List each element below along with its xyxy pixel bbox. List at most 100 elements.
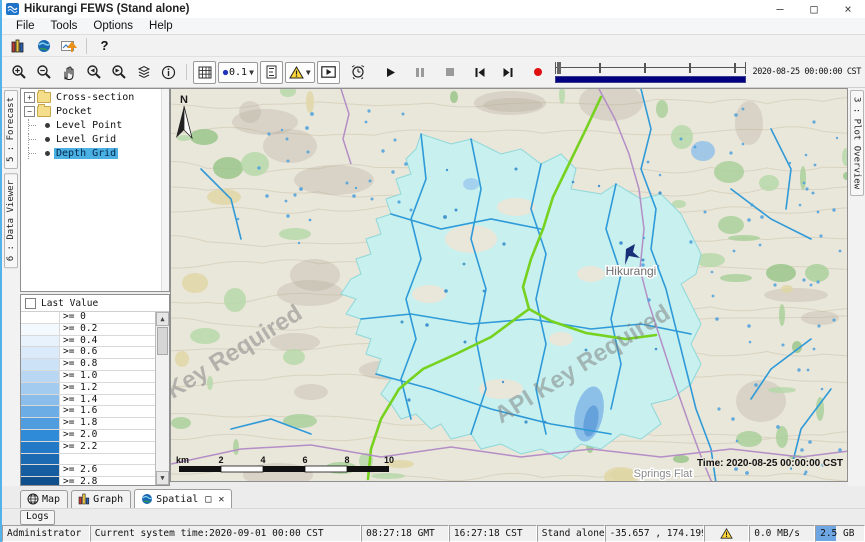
color-swatch — [21, 465, 60, 476]
toolbar-separator — [186, 64, 187, 80]
tree-node-depth-grid[interactable]: Depth Grid — [21, 147, 169, 159]
globe-map-icon[interactable] — [32, 34, 55, 57]
animation-timer-icon[interactable] — [347, 61, 370, 84]
tree-connector — [28, 147, 43, 159]
bullet-icon — [45, 123, 50, 128]
color-swatch — [21, 454, 60, 465]
main-area: 5 : Forecast 6 : Data Viewer + Cross-sec… — [2, 88, 865, 486]
tab-graph[interactable]: Graph — [71, 490, 131, 508]
tree-node-pocket[interactable]: − Pocket — [21, 105, 169, 117]
grid-display-icon[interactable] — [193, 61, 216, 84]
timeseries-import-icon[interactable] — [57, 34, 80, 57]
status-memory: 2.5 GB — [815, 525, 865, 542]
legend-row[interactable]: >= 1.0 — [21, 371, 155, 383]
tree-node-level-point[interactable]: Level Point — [21, 119, 169, 131]
minimize-button[interactable]: – — [763, 0, 797, 18]
bottom-tab-bar: Map Graph Spatial □ ✕ — [2, 486, 865, 509]
legend-row[interactable]: >= 0.2 — [21, 324, 155, 336]
status-bar: Administrator Current system time:2020-0… — [2, 525, 865, 542]
interval-dot-icon — [222, 69, 229, 76]
collapse-icon[interactable]: − — [24, 106, 35, 117]
tree-node-label: Pocket — [54, 106, 94, 117]
maximize-button[interactable]: □ — [797, 0, 831, 18]
folder-icon — [37, 106, 51, 117]
layers-icon[interactable] — [132, 61, 155, 84]
longitudinal-profile-icon[interactable] — [260, 61, 283, 84]
tree-node-label-selected: Depth Grid — [54, 148, 118, 159]
menu-help[interactable]: Help — [141, 20, 181, 32]
warnings-dropdown[interactable]: ▼ — [285, 62, 315, 83]
close-pane-icon[interactable]: ✕ — [218, 494, 224, 505]
expand-icon[interactable]: + — [24, 92, 35, 103]
color-swatch — [21, 312, 60, 323]
restore-pane-icon[interactable]: □ — [205, 494, 211, 505]
tab-plot-overview[interactable]: 3 : Plot Overview — [850, 90, 864, 196]
play-icon[interactable] — [379, 61, 402, 84]
time-span-bar — [555, 76, 747, 83]
explorer-panel: + Cross-section − Pocket Level Point — [20, 88, 170, 486]
status-user: Administrator — [2, 525, 90, 542]
color-swatch — [21, 347, 60, 358]
scroll-thumb[interactable] — [157, 327, 168, 355]
interval-value: 0.1 — [229, 67, 247, 78]
color-swatch — [21, 336, 60, 347]
last-value-checkbox[interactable] — [25, 298, 36, 309]
status-bandwidth: 0.0 MB/s — [749, 525, 815, 542]
window-title: Hikurangi FEWS (Stand alone) — [24, 3, 189, 15]
legend-scrollbar[interactable]: ▲ ▼ — [155, 312, 169, 485]
legend-row[interactable]: >= 1.2 — [21, 383, 155, 395]
bar-chart-icon — [78, 493, 90, 505]
color-swatch — [21, 383, 60, 394]
status-warning-cell[interactable] — [704, 525, 749, 542]
zoom-previous-icon[interactable] — [82, 61, 105, 84]
class-interval-dropdown[interactable]: 0.1 ▼ — [218, 62, 258, 83]
pan-hand-icon[interactable] — [57, 61, 80, 84]
zoom-next-icon[interactable] — [107, 61, 130, 84]
time-slider-thumb[interactable] — [557, 62, 561, 74]
bullet-icon — [45, 151, 50, 156]
legend-row[interactable]: >= 2.0 — [21, 430, 155, 442]
help-button[interactable]: ? — [93, 34, 116, 57]
stop-icon[interactable] — [439, 61, 462, 84]
tab-data-viewer[interactable]: 6 : Data Viewer — [4, 173, 18, 268]
movie-player-icon[interactable] — [317, 61, 340, 84]
map-time-label: Time: 2020-08-25 00:00:00 CST — [697, 458, 843, 469]
zoom-in-icon[interactable] — [7, 61, 30, 84]
logs-button[interactable]: Logs — [20, 510, 55, 525]
menu-tools[interactable]: Tools — [43, 20, 86, 32]
legend-row[interactable]: >= 2.8 — [21, 477, 155, 485]
time-slider[interactable] — [555, 62, 747, 83]
info-icon[interactable] — [157, 61, 180, 84]
status-gmt-time: 08:27:18 GMT — [361, 525, 449, 542]
menu-options[interactable]: Options — [85, 20, 141, 32]
scroll-down-icon[interactable]: ▼ — [156, 471, 169, 485]
current-time-label: 2020-08-25 00:00:00 CST — [752, 67, 861, 77]
map-view[interactable]: Hikurangi Springs Flat API Key Required … — [170, 88, 848, 482]
tree-node-level-grid[interactable]: Level Grid — [21, 133, 169, 145]
scroll-up-icon[interactable]: ▲ — [156, 312, 169, 326]
tab-forecast[interactable]: 5 : Forecast — [4, 90, 18, 169]
step-to-start-icon[interactable] — [469, 61, 492, 84]
record-icon[interactable] — [527, 61, 550, 84]
close-button[interactable]: × — [831, 0, 865, 18]
step-to-end-icon[interactable] — [497, 61, 520, 84]
tab-spatial[interactable]: Spatial □ ✕ — [134, 489, 232, 508]
tab-map[interactable]: Map — [20, 490, 68, 508]
warning-triangle-icon — [720, 528, 733, 539]
menu-file[interactable]: File — [8, 20, 43, 32]
folder-icon — [37, 92, 51, 103]
database-archive-icon[interactable] — [7, 34, 30, 57]
left-tab-strip: 5 : Forecast 6 : Data Viewer — [2, 88, 20, 486]
filter-tree: + Cross-section − Pocket Level Point — [20, 88, 170, 292]
tree-scrollbar[interactable] — [161, 89, 169, 291]
status-coordinates: -35.657 , 174.199 — [605, 525, 705, 542]
svg-text:km: km — [176, 455, 189, 465]
pause-icon[interactable] — [409, 61, 432, 84]
color-swatch — [21, 371, 60, 382]
tree-node-label: Level Grid — [54, 134, 118, 145]
tree-node-cross-section[interactable]: + Cross-section — [21, 91, 169, 103]
legend-row[interactable]: >= 2.2 — [21, 442, 155, 454]
legend-title: Last Value — [41, 298, 98, 309]
zoom-out-icon[interactable] — [32, 61, 55, 84]
title-bar: Hikurangi FEWS (Stand alone) – □ × — [2, 0, 865, 19]
